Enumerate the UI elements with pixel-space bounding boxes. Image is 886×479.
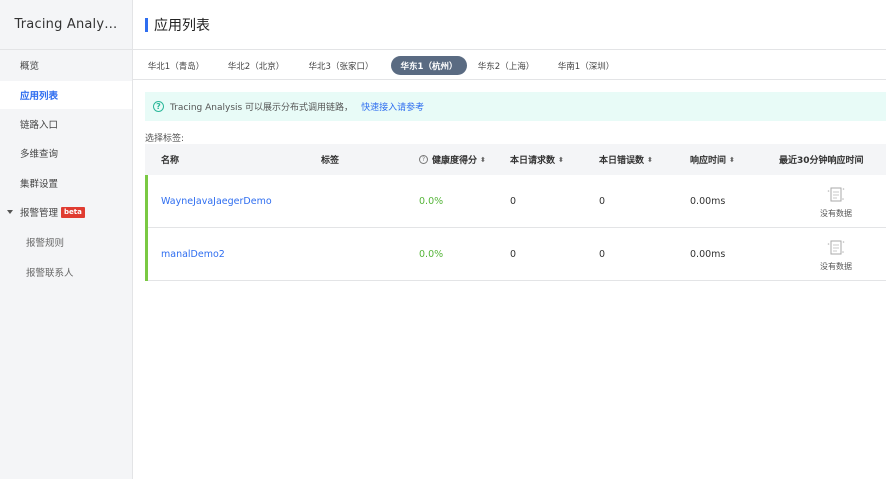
col-label: 最近30分钟响应时间 xyxy=(779,156,864,166)
health-score: 0.0% xyxy=(419,196,444,207)
tab-region-shanghai[interactable]: 华东2（上海） xyxy=(475,56,537,75)
error-count: 0 xyxy=(599,196,606,207)
sort-icon[interactable]: ⬍ xyxy=(558,156,564,163)
col-label: 名称 xyxy=(161,156,180,166)
no-data-placeholder: 没有数据 xyxy=(806,185,866,219)
sidebar-item-alert-management[interactable]: 报警管理 beta xyxy=(0,198,132,226)
beta-badge: beta xyxy=(61,206,85,218)
question-circle-icon[interactable]: ? xyxy=(419,155,428,164)
col-header-response-time[interactable]: 响应时间 ⬍ xyxy=(690,144,735,175)
col-label: 标签 xyxy=(321,156,340,166)
info-banner: ? Tracing Analysis 可以展示分布式调用链路， 快速接入请参考 xyxy=(145,92,886,121)
sort-icon[interactable]: ⬍ xyxy=(647,156,653,163)
health-status-bar xyxy=(145,175,148,228)
health-score: 0.0% xyxy=(419,249,444,260)
app-root: Tracing Analy… 概览 应用列表 链路入口 多维查询 集群设置 报警… xyxy=(0,0,886,479)
sidebar-item-label: 链路入口 xyxy=(20,120,59,131)
request-count: 0 xyxy=(510,196,517,207)
no-data-label: 没有数据 xyxy=(820,262,852,271)
no-data-placeholder: 没有数据 xyxy=(806,238,866,272)
tab-region-zhangjiakou[interactable]: 华北3（张家口） xyxy=(305,56,377,75)
sort-icon[interactable]: ⬍ xyxy=(480,156,486,163)
sidebar-item-label: 集群设置 xyxy=(20,179,59,190)
col-label: 响应时间 xyxy=(690,156,727,166)
sidebar-item-cluster-settings[interactable]: 集群设置 xyxy=(0,169,132,197)
no-data-document-icon xyxy=(827,240,845,255)
no-data-label: 没有数据 xyxy=(820,209,852,218)
sidebar-item-alert-rules[interactable]: 报警规则 xyxy=(0,228,132,256)
tab-region-beijing[interactable]: 华北2（北京） xyxy=(225,56,287,75)
tab-region-qingdao[interactable]: 华北1（青岛） xyxy=(145,56,207,75)
table-header: 名称 标签 ? 健康度得分 ⬍ 本日请求数 ⬍ 本日错误数 ⬍ 响应时间 ⬍ 最… xyxy=(145,144,886,175)
col-header-name: 名称 xyxy=(161,144,179,175)
sidebar-item-overview[interactable]: 概览 xyxy=(0,51,132,79)
page-header: 应用列表 xyxy=(133,0,886,50)
sidebar-item-label: 概览 xyxy=(20,61,40,72)
col-header-health[interactable]: ? 健康度得分 ⬍ xyxy=(419,144,486,175)
sidebar-item-label: 应用列表 xyxy=(20,91,59,102)
error-count: 0 xyxy=(599,249,606,260)
sidebar-item-label: 报警联系人 xyxy=(26,268,74,279)
tab-region-shenzhen[interactable]: 华南1（深圳） xyxy=(555,56,617,75)
response-time: 0.00ms xyxy=(690,196,726,207)
title-accent-bar xyxy=(145,17,148,32)
sidebar-item-label: 多维查询 xyxy=(20,149,59,160)
sidebar-item-label: 报警管理 xyxy=(20,208,59,219)
request-count: 0 xyxy=(510,249,517,260)
sidebar-item-app-list[interactable]: 应用列表 xyxy=(0,81,132,109)
sidebar: Tracing Analy… 概览 应用列表 链路入口 多维查询 集群设置 报警… xyxy=(0,0,133,479)
col-label: 本日错误数 xyxy=(599,156,645,166)
sort-icon[interactable]: ⬍ xyxy=(729,156,735,163)
app-name-link[interactable]: WayneJavaJaegerDemo xyxy=(161,175,272,228)
col-label: 健康度得分 xyxy=(432,156,478,166)
table-row: WayneJavaJaegerDemo 0.0% 0 0 0.00ms 没有数据 xyxy=(145,175,886,228)
col-header-recent: 最近30分钟响应时间 xyxy=(779,144,864,175)
product-brand[interactable]: Tracing Analy… xyxy=(0,0,132,50)
response-time: 0.00ms xyxy=(690,249,726,260)
region-tabs: 华北1（青岛） 华北2（北京） 华北3（张家口） 华东1（杭州） 华东2（上海）… xyxy=(133,51,886,80)
table-row: manalDemo2 0.0% 0 0 0.00ms 没有数据 xyxy=(145,228,886,281)
col-label: 本日请求数 xyxy=(510,156,556,166)
tag-filter-label[interactable]: 选择标签: xyxy=(145,131,184,144)
sidebar-item-alert-contacts[interactable]: 报警联系人 xyxy=(0,258,132,286)
banner-text: Tracing Analysis 可以展示分布式调用链路， xyxy=(170,103,354,113)
page-title: 应用列表 xyxy=(154,17,210,34)
question-circle-icon: ? xyxy=(153,101,164,112)
col-header-tags: 标签 xyxy=(321,144,339,175)
no-data-document-icon xyxy=(827,187,845,202)
health-status-bar xyxy=(145,228,148,281)
sidebar-item-label: 报警规则 xyxy=(26,238,65,249)
app-name-link[interactable]: manalDemo2 xyxy=(161,228,225,281)
col-header-errors[interactable]: 本日错误数 ⬍ xyxy=(599,144,653,175)
col-header-requests[interactable]: 本日请求数 ⬍ xyxy=(510,144,564,175)
sidebar-item-multi-query[interactable]: 多维查询 xyxy=(0,139,132,167)
quick-start-link[interactable]: 快速接入请参考 xyxy=(361,100,424,113)
sidebar-item-trace-entry[interactable]: 链路入口 xyxy=(0,110,132,138)
tab-region-hangzhou[interactable]: 华东1（杭州） xyxy=(391,56,467,75)
caret-down-icon xyxy=(7,210,13,214)
